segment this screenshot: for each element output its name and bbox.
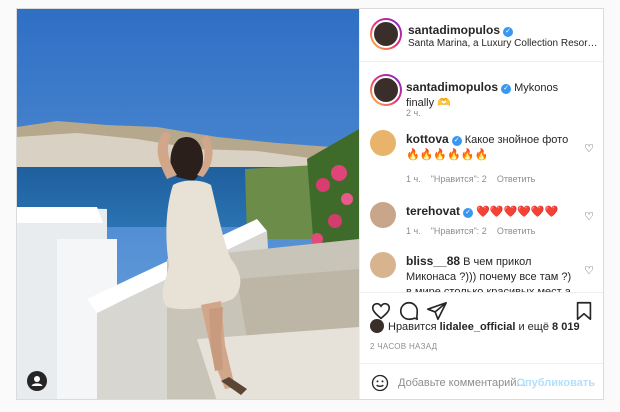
avatar[interactable]	[370, 130, 396, 156]
list-item: terehovat ✓ ❤️❤️❤️❤️❤️❤️ 1 ч. "Нравится": …	[370, 202, 596, 246]
post-sidebar: santadimopulos ✓ Santa Marina, a Luxury C…	[359, 9, 603, 399]
like-comment-heart-icon[interactable]: ♡	[584, 210, 594, 223]
likes-suffix: и ещё	[518, 321, 549, 333]
author-avatar[interactable]	[370, 74, 402, 106]
caption: santadimopulos ✓ Mykonos finally 🫶 2 ч.	[370, 74, 596, 118]
add-comment-bar: Добавьте комментарий... Опубликовать	[360, 363, 603, 399]
photo-scene	[17, 9, 359, 399]
comment-time[interactable]: 1 ч.	[406, 226, 421, 236]
comment-likes[interactable]: "Нравится": 2	[431, 226, 487, 236]
likes-count[interactable]: 8 019	[552, 321, 580, 333]
comment-username[interactable]: bliss__88	[406, 254, 460, 268]
avatar[interactable]	[370, 252, 396, 278]
like-comment-heart-icon[interactable]: ♡	[584, 264, 594, 277]
reply-button[interactable]: Ответить	[497, 174, 535, 184]
post-timestamp[interactable]: 2 ЧАСОВ НАЗАД	[370, 342, 437, 351]
tagged-user-icon[interactable]	[27, 371, 47, 391]
list-item: bliss__88 В чем прикол Миконаса ?))) поч…	[370, 252, 596, 292]
caption-time: 2 ч.	[406, 108, 421, 118]
post-header: santadimopulos ✓ Santa Marina, a Luxury C…	[360, 9, 603, 62]
comment-username[interactable]: terehovat	[406, 204, 460, 218]
verified-badge-icon: ✓	[463, 208, 474, 218]
likes-prefix: Нравится	[388, 321, 437, 333]
comment-likes[interactable]: "Нравится": 2	[431, 174, 487, 184]
author-username[interactable]: santadimopulos	[408, 23, 500, 37]
verified-badge-icon: ✓	[503, 27, 514, 37]
comment-time[interactable]: 1 ч.	[406, 174, 421, 184]
author-avatar[interactable]	[370, 18, 402, 50]
comment-input[interactable]: Добавьте комментарий...	[398, 377, 526, 389]
list-item: kottova ✓ Какое знойное фото 🔥🔥🔥🔥🔥🔥 1 ч. "…	[370, 130, 596, 190]
post-modal: santadimopulos ✓ Santa Marina, a Luxury C…	[16, 8, 604, 400]
comment-username[interactable]: kottova	[406, 132, 449, 146]
comments-list: santadimopulos ✓ Mykonos finally 🫶 2 ч. k…	[360, 62, 603, 292]
post-location[interactable]: Santa Marina, a Luxury Collection Resort…	[408, 38, 598, 49]
likes-user[interactable]: lidalee_official	[440, 321, 516, 333]
emoji-icon[interactable]	[370, 373, 390, 393]
verified-badge-icon: ✓	[501, 84, 512, 94]
verified-badge-icon: ✓	[451, 136, 462, 146]
publish-button[interactable]: Опубликовать	[516, 377, 595, 389]
comment-text: ❤️❤️❤️❤️❤️❤️	[476, 206, 559, 218]
likes-summary: Нравится lidalee_official и ещё 8 019	[370, 319, 580, 333]
avatar[interactable]	[370, 202, 396, 228]
avatar[interactable]	[370, 319, 384, 333]
reply-button[interactable]: Ответить	[497, 226, 535, 236]
post-photo[interactable]	[17, 9, 359, 399]
like-comment-heart-icon[interactable]: ♡	[584, 142, 594, 155]
caption-username[interactable]: santadimopulos	[406, 80, 498, 94]
